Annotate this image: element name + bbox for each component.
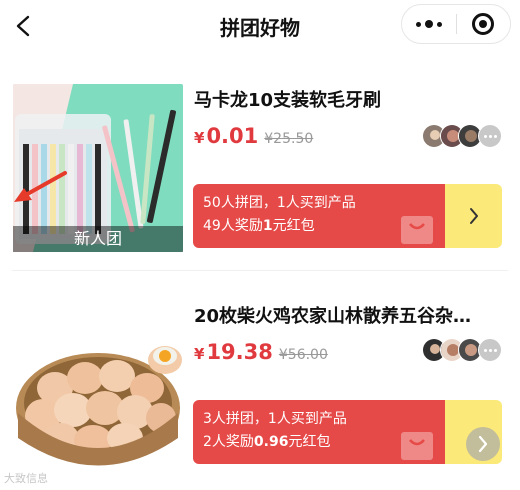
original-price: ¥56.00	[278, 347, 328, 363]
divider	[12, 270, 508, 271]
price-row: ¥ 19.38 ¥56.00	[194, 340, 328, 364]
currency-symbol: ¥	[194, 129, 205, 147]
watermark: 大致信息	[4, 472, 48, 485]
nav-header: 拼团好物	[0, 0, 520, 54]
chevron-right-icon	[445, 184, 502, 248]
original-price: ¥25.50	[264, 131, 314, 147]
product-name[interactable]: 马卡龙10支装软毛牙刷	[194, 86, 381, 112]
more-avatars-icon[interactable]	[478, 124, 502, 148]
product-card[interactable]: 新人团 马卡龙10支装软毛牙刷 ¥ 0.01 ¥25.50 50人拼团，1人买到…	[0, 70, 520, 270]
more-button[interactable]	[402, 5, 456, 43]
product-card[interactable]: 20枚柴火鸡农家山林散养五谷杂… ¥ 19.38 ¥56.00 3人拼团，1人买…	[0, 288, 520, 490]
more-avatars-icon[interactable]	[478, 338, 502, 362]
group-price: 0.01	[206, 124, 259, 148]
group-info: 50人拼团，1人买到产品 49人奖励1元红包	[193, 184, 445, 248]
floating-arrow-button[interactable]	[466, 427, 500, 461]
red-arrow-annotation-icon	[14, 171, 67, 202]
chevron-right-icon	[478, 435, 488, 453]
eggs-basket-image[interactable]	[13, 308, 183, 470]
miniprogram-capsule	[401, 4, 511, 44]
group-member-avatars[interactable]	[422, 338, 502, 362]
join-group-button[interactable]: 50人拼团，1人买到产品 49人奖励1元红包	[193, 184, 502, 248]
product-name[interactable]: 20枚柴火鸡农家山林散养五谷杂…	[194, 302, 471, 328]
group-info: 3人拼团，1人买到产品 2人奖励0.96元红包	[193, 400, 445, 464]
more-dots-icon	[415, 20, 442, 28]
newbie-group-badge: 新人团	[13, 226, 183, 252]
group-member-avatars[interactable]	[422, 124, 502, 148]
target-circle-icon	[472, 13, 495, 35]
group-price: 19.38	[206, 340, 273, 364]
price-row: ¥ 0.01 ¥25.50	[194, 124, 313, 148]
join-group-button[interactable]: 3人拼团，1人买到产品 2人奖励0.96元红包	[193, 400, 502, 464]
currency-symbol: ¥	[194, 345, 205, 363]
shopping-bag-icon	[401, 432, 433, 460]
shopping-bag-icon	[401, 216, 433, 244]
close-miniprogram-button[interactable]	[457, 5, 511, 43]
